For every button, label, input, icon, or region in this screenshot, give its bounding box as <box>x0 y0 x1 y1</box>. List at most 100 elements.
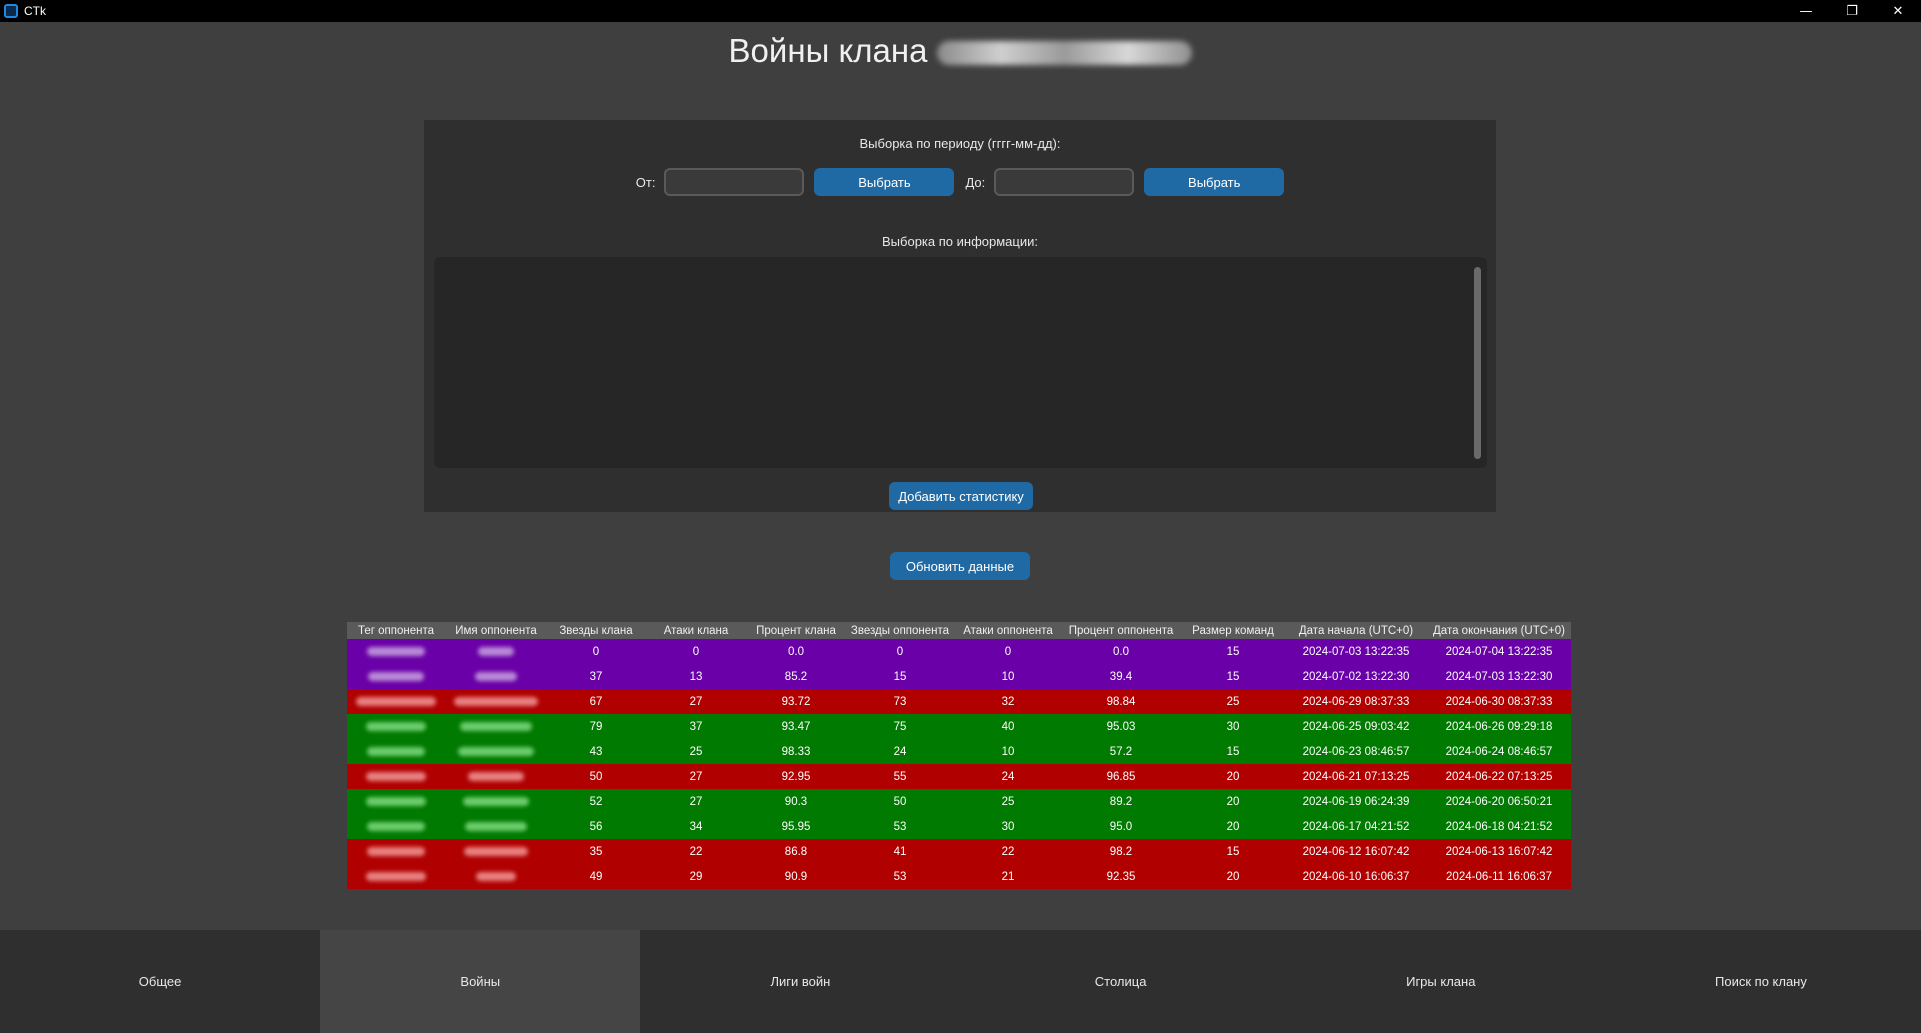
refresh-data-button[interactable]: Обновить данные <box>890 552 1030 580</box>
header-start-date[interactable]: Дата начала (UTC+0) <box>1285 622 1427 639</box>
cell-opponent-tag <box>347 664 445 689</box>
cell-opponent-attacks: 22 <box>955 839 1061 864</box>
to-label: До: <box>965 174 986 190</box>
select-to-button[interactable]: Выбрать <box>1144 168 1285 196</box>
textbox-scrollbar[interactable] <box>1474 267 1481 459</box>
cell-end-date: 2024-06-13 16:07:42 <box>1427 839 1571 864</box>
cell-clan-percent: 0.0 <box>747 639 845 664</box>
cell-clan-percent: 92.95 <box>747 764 845 789</box>
tab-wars[interactable]: Войны <box>320 930 641 1033</box>
table-row[interactable]: 56 34 95.95 53 30 95.0 20 2024-06-17 04:21:52 20… <box>347 814 1571 839</box>
redacted-opponent-tag <box>366 771 426 781</box>
minimize-button[interactable]: — <box>1783 0 1829 22</box>
cell-clan-stars: 49 <box>547 864 645 889</box>
cell-opponent-attacks: 10 <box>955 739 1061 764</box>
cell-start-date: 2024-06-23 08:46:57 <box>1285 739 1427 764</box>
cell-clan-stars: 79 <box>547 714 645 739</box>
cell-start-date: 2024-06-19 06:24:39 <box>1285 789 1427 814</box>
period-filter-row: От: Выбрать До: Выбрать <box>424 168 1496 196</box>
cell-opponent-percent: 95.0 <box>1061 814 1181 839</box>
cell-opponent-attacks: 30 <box>955 814 1061 839</box>
cell-clan-stars: 67 <box>547 689 645 714</box>
cell-opponent-name <box>445 864 547 889</box>
cell-opponent-attacks: 32 <box>955 689 1061 714</box>
tab-capital[interactable]: Столица <box>960 930 1281 1033</box>
cell-team-size: 20 <box>1181 764 1285 789</box>
redacted-opponent-name <box>476 871 516 881</box>
cell-opponent-stars: 0 <box>845 639 955 664</box>
redacted-opponent-name <box>454 696 538 706</box>
cell-opponent-percent: 95.03 <box>1061 714 1181 739</box>
table-row[interactable]: 35 22 86.8 41 22 98.2 15 2024-06-12 16:07:42 202… <box>347 839 1571 864</box>
cell-start-date: 2024-06-21 07:13:25 <box>1285 764 1427 789</box>
header-team-size[interactable]: Размер команд <box>1181 622 1285 639</box>
cell-opponent-name <box>445 689 547 714</box>
table-row[interactable]: 37 13 85.2 15 10 39.4 15 2024-07-02 13:22:30 202… <box>347 664 1571 689</box>
header-opponent-percent[interactable]: Процент оппонента <box>1061 622 1181 639</box>
from-label: От: <box>635 174 656 190</box>
cell-opponent-tag <box>347 739 445 764</box>
tab-clan-search[interactable]: Поиск по клану <box>1600 930 1921 1033</box>
cell-clan-percent: 93.47 <box>747 714 845 739</box>
cell-opponent-name <box>445 789 547 814</box>
cell-end-date: 2024-06-22 07:13:25 <box>1427 764 1571 789</box>
table-row[interactable]: 43 25 98.33 24 10 57.2 15 2024-06-23 08:46:57 20… <box>347 739 1571 764</box>
cell-clan-attacks: 25 <box>645 739 747 764</box>
cell-clan-percent: 90.9 <box>747 864 845 889</box>
table-row[interactable]: 67 27 93.72 73 32 98.84 25 2024-06-29 08:37:33 2… <box>347 689 1571 714</box>
table-row[interactable]: 52 27 90.3 50 25 89.2 20 2024-06-19 06:24:39 202… <box>347 789 1571 814</box>
cell-opponent-stars: 24 <box>845 739 955 764</box>
cell-opponent-tag <box>347 764 445 789</box>
cell-end-date: 2024-06-30 08:37:33 <box>1427 689 1571 714</box>
header-clan-stars[interactable]: Звезды клана <box>547 622 645 639</box>
header-opponent-name[interactable]: Имя оппонента <box>445 622 547 639</box>
header-opponent-tag[interactable]: Тег оппонента <box>347 622 445 639</box>
cell-opponent-percent: 96.85 <box>1061 764 1181 789</box>
cell-team-size: 15 <box>1181 664 1285 689</box>
cell-start-date: 2024-06-25 09:03:42 <box>1285 714 1427 739</box>
header-opponent-attacks[interactable]: Атаки оппонента <box>955 622 1061 639</box>
add-statistics-button[interactable]: Добавить статистику <box>889 482 1033 510</box>
tab-clan-games[interactable]: Игры клана <box>1280 930 1601 1033</box>
close-button[interactable]: ✕ <box>1875 0 1921 22</box>
cell-opponent-name <box>445 664 547 689</box>
header-opponent-stars[interactable]: Звезды оппонента <box>845 622 955 639</box>
filter-panel: Выборка по периоду (гггг-мм-дд): От: Выб… <box>424 120 1496 512</box>
cell-clan-attacks: 13 <box>645 664 747 689</box>
table-header-row: Тег оппонента Имя оппонента Звезды клана… <box>347 622 1571 639</box>
cell-end-date: 2024-07-04 13:22:35 <box>1427 639 1571 664</box>
table-row[interactable]: 79 37 93.47 75 40 95.03 30 2024-06-25 09:03:42 2… <box>347 714 1571 739</box>
cell-clan-stars: 43 <box>547 739 645 764</box>
cell-opponent-stars: 50 <box>845 789 955 814</box>
table-body: 0 0 0.0 0 0 0.0 15 2024-07-03 13:22:35 2024-07-0… <box>347 639 1571 889</box>
table-row[interactable]: 0 0 0.0 0 0 0.0 15 2024-07-03 13:22:35 2024-07-0… <box>347 639 1571 664</box>
cell-clan-stars: 0 <box>547 639 645 664</box>
table-row[interactable]: 49 29 90.9 53 21 92.35 20 2024-06-10 16:06:37 20… <box>347 864 1571 889</box>
table-row[interactable]: 50 27 92.95 55 24 96.85 20 2024-06-21 07:13:25 2… <box>347 764 1571 789</box>
redacted-opponent-name <box>468 771 524 781</box>
tab-war-leagues[interactable]: Лиги войн <box>640 930 961 1033</box>
redacted-opponent-tag <box>366 721 426 731</box>
cell-clan-stars: 56 <box>547 814 645 839</box>
cell-end-date: 2024-06-26 09:29:18 <box>1427 714 1571 739</box>
cell-opponent-stars: 73 <box>845 689 955 714</box>
cell-clan-stars: 52 <box>547 789 645 814</box>
cell-team-size: 25 <box>1181 689 1285 714</box>
to-date-input[interactable] <box>994 168 1135 196</box>
cell-opponent-attacks: 10 <box>955 664 1061 689</box>
tab-general[interactable]: Общее <box>0 930 321 1033</box>
info-filter-textbox[interactable] <box>434 257 1487 468</box>
cell-opponent-tag <box>347 864 445 889</box>
restore-button[interactable]: ❐ <box>1829 0 1875 22</box>
cell-end-date: 2024-06-24 08:46:57 <box>1427 739 1571 764</box>
header-clan-percent[interactable]: Процент клана <box>747 622 845 639</box>
redacted-opponent-tag <box>367 821 425 831</box>
redacted-opponent-tag <box>356 696 436 706</box>
header-end-date[interactable]: Дата окончания (UTC+0) <box>1427 622 1571 639</box>
redacted-opponent-tag <box>366 796 426 806</box>
cell-clan-attacks: 22 <box>645 839 747 864</box>
cell-end-date: 2024-07-03 13:22:30 <box>1427 664 1571 689</box>
header-clan-attacks[interactable]: Атаки клана <box>645 622 747 639</box>
from-date-input[interactable] <box>664 168 805 196</box>
select-from-button[interactable]: Выбрать <box>814 168 955 196</box>
